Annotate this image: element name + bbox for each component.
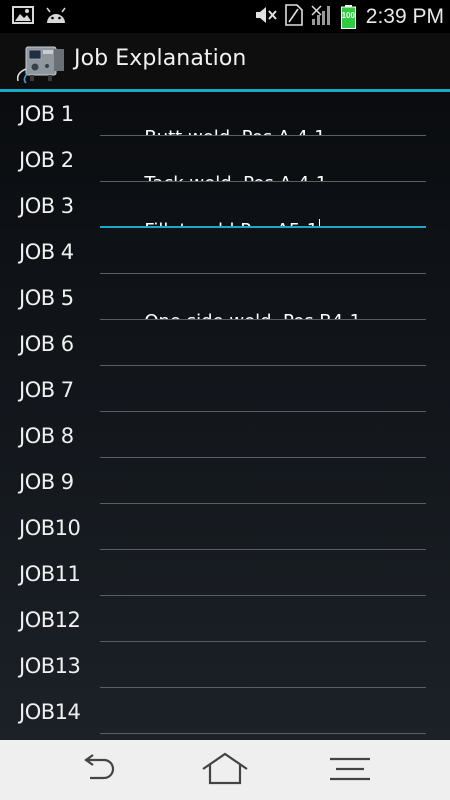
job-label: JOB 9: [19, 470, 74, 494]
job-label: JOB14: [19, 700, 81, 724]
job-input-text: Tack weld Pos.A-4-1: [144, 173, 327, 181]
job-input-2[interactable]: Tack weld Pos.A-4-1: [100, 140, 426, 182]
job-input-8[interactable]: [100, 416, 426, 458]
battery-level: 100: [341, 10, 355, 20]
job-row-3: JOB 3 Fillet weld Pos.A5-1: [0, 186, 450, 232]
action-bar: Job Explanation: [0, 33, 450, 89]
job-label: JOB 7: [19, 378, 74, 402]
status-bar: 100 2:39 PM: [0, 0, 450, 33]
job-input-3[interactable]: Fillet weld Pos.A5-1: [100, 186, 426, 228]
job-input-10[interactable]: [100, 508, 426, 550]
volume-mute-icon: [255, 5, 277, 29]
job-input-6[interactable]: [100, 324, 426, 366]
image-icon: [12, 6, 34, 28]
job-input-9[interactable]: [100, 462, 426, 504]
job-input-text: Butt weld Pos.A-4-1: [144, 127, 325, 135]
job-row-8: JOB 8: [0, 416, 450, 462]
job-input-14[interactable]: [100, 692, 426, 734]
android-debug-icon: [44, 6, 68, 28]
job-row-4: JOB 4: [0, 232, 450, 278]
menu-icon: [328, 754, 372, 788]
job-input-1[interactable]: Butt weld Pos.A-4-1: [100, 94, 426, 136]
navigation-bar: [0, 740, 450, 800]
job-input-text: One side weld Pos.B4-1: [144, 311, 361, 319]
job-input-11[interactable]: [100, 554, 426, 596]
job-label: JOB10: [19, 516, 81, 540]
job-row-9: JOB 9: [0, 462, 450, 508]
job-row-7: JOB 7: [0, 370, 450, 416]
job-row-10: JOB10: [0, 508, 450, 554]
job-label: JOB 3: [19, 194, 74, 218]
page-title: Job Explanation: [74, 46, 247, 71]
job-input-12[interactable]: [100, 600, 426, 642]
text-cursor: [319, 219, 321, 226]
home-icon: [200, 752, 250, 790]
job-label: JOB12: [19, 608, 81, 632]
signal-icon: [311, 4, 333, 30]
job-label: JOB 1: [19, 102, 74, 126]
welding-machine-icon[interactable]: [14, 39, 72, 85]
job-row-5: JOB 5 One side weld Pos.B4-1: [0, 278, 450, 324]
job-label: JOB 8: [19, 424, 74, 448]
job-row-14: JOB14: [0, 692, 450, 738]
job-input-text: Fillet weld Pos.A5-1: [144, 220, 318, 226]
job-input-5[interactable]: One side weld Pos.B4-1: [100, 278, 426, 320]
job-row-13: JOB13: [0, 646, 450, 692]
job-label: JOB13: [19, 654, 81, 678]
home-button[interactable]: [195, 752, 255, 790]
job-input-4[interactable]: [100, 232, 426, 274]
job-row-1: JOB 1 Butt weld Pos.A-4-1: [0, 94, 450, 140]
spellcheck-word[interactable]: Pos.A: [242, 127, 290, 135]
job-label: JOB11: [19, 562, 81, 586]
sim-icon: [284, 3, 303, 30]
job-row-2: JOB 2 Tack weld Pos.A-4-1: [0, 140, 450, 186]
job-row-12: JOB12: [0, 600, 450, 646]
job-label: JOB 5: [19, 286, 74, 310]
job-input-13[interactable]: [100, 646, 426, 688]
battery-icon: 100: [340, 4, 356, 29]
back-icon: [76, 754, 116, 788]
job-label: JOB 6: [19, 332, 74, 356]
job-label: JOB 4: [19, 240, 74, 264]
spellcheck-word[interactable]: Pos.A: [243, 173, 291, 181]
menu-button[interactable]: [320, 754, 380, 788]
job-row-11: JOB11: [0, 554, 450, 600]
job-input-7[interactable]: [100, 370, 426, 412]
status-time: 2:39 PM: [365, 5, 444, 28]
job-row-6: JOB 6: [0, 324, 450, 370]
back-button[interactable]: [66, 754, 126, 788]
job-list: JOB 1 Butt weld Pos.A-4-1 JOB 2 Tack wel…: [0, 92, 450, 740]
job-label: JOB 2: [19, 148, 74, 172]
